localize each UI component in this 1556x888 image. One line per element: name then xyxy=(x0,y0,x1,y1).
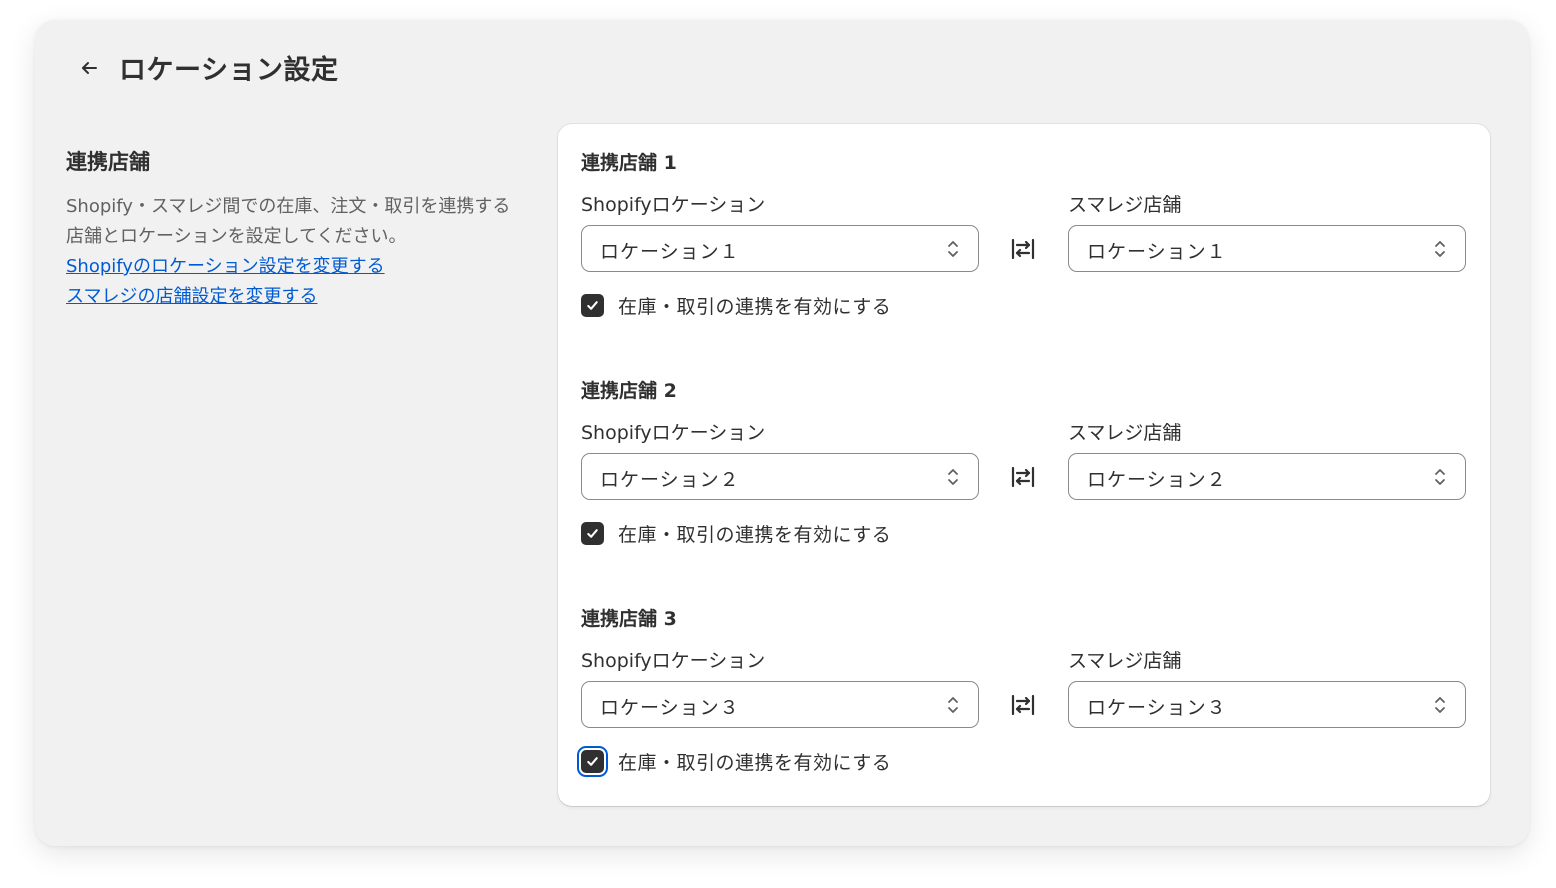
shopify-location-label: Shopifyロケーション xyxy=(581,194,766,216)
enable-sync-label: 在庫・取引の連携を有効にする xyxy=(618,752,892,774)
arrow-left-icon xyxy=(82,61,97,74)
linked-store-3: 連携店舗 3 Shopifyロケーション スマレジ店舗 ロケーション３ ロケーシ… xyxy=(577,604,1467,804)
section-title: 連携店舗 xyxy=(66,150,150,174)
arrows-swap-icon xyxy=(1011,238,1035,260)
section-description-text: Shopify・スマレジ間での在庫、注文・取引を連携する店舗とロケーションを設定… xyxy=(66,196,511,247)
enable-sync-checkbox-row[interactable]: 在庫・取引の連携を有効にする xyxy=(581,292,891,319)
shopify-location-label: Shopifyロケーション xyxy=(581,422,766,444)
shopify-location-select[interactable]: ロケーション３ xyxy=(581,681,979,728)
enable-sync-checkbox[interactable] xyxy=(581,294,604,317)
section-description: 連携店舗 Shopify・スマレジ間での在庫、注文・取引を連携する店舗とロケーシ… xyxy=(66,146,521,312)
checkmark-icon xyxy=(587,529,598,538)
settings-window: ロケーション設定 連携店舗 Shopify・スマレジ間での在庫、注文・取引を連携… xyxy=(35,20,1529,846)
select-value: ロケーション１ xyxy=(600,241,740,263)
chevron-up-down-icon xyxy=(1435,241,1445,257)
enable-sync-checkbox-row[interactable]: 在庫・取引の連携を有効にする xyxy=(577,746,892,777)
enable-sync-label: 在庫・取引の連携を有効にする xyxy=(618,524,892,546)
smaregi-store-settings-link[interactable]: スマレジの店舗設定を変更する xyxy=(66,282,521,312)
shopify-location-label: Shopifyロケーション xyxy=(581,650,766,672)
select-value: ロケーション２ xyxy=(600,469,740,491)
smaregi-store-select[interactable]: ロケーション１ xyxy=(1068,225,1466,272)
checkmark-icon xyxy=(587,757,598,766)
shopify-location-settings-link[interactable]: Shopifyのロケーション設定を変更する xyxy=(66,252,521,282)
enable-sync-label: 在庫・取引の連携を有効にする xyxy=(618,296,892,318)
shopify-location-select[interactable]: ロケーション１ xyxy=(581,225,979,272)
store-title: 連携店舗 3 xyxy=(581,608,677,630)
chevron-up-down-icon xyxy=(1435,469,1445,485)
back-button[interactable] xyxy=(75,50,103,86)
chevron-up-down-icon xyxy=(1435,697,1445,713)
store-title: 連携店舗 2 xyxy=(581,380,677,402)
linked-stores-card: 連携店舗 1 Shopifyロケーション スマレジ店舗 ロケーション１ ロケーシ… xyxy=(558,124,1490,806)
linked-store-1: 連携店舗 1 Shopifyロケーション スマレジ店舗 ロケーション１ ロケーシ… xyxy=(581,148,1467,348)
select-value: ロケーション２ xyxy=(1087,469,1227,491)
select-value: ロケーション１ xyxy=(1087,241,1227,263)
arrows-swap-icon xyxy=(1011,466,1035,488)
enable-sync-checkbox-row[interactable]: 在庫・取引の連携を有効にする xyxy=(581,520,891,547)
smaregi-store-select[interactable]: ロケーション２ xyxy=(1068,453,1466,500)
checkmark-icon xyxy=(587,301,598,310)
chevron-up-down-icon xyxy=(948,697,958,713)
enable-sync-checkbox[interactable] xyxy=(581,522,604,545)
smaregi-store-label: スマレジ店舗 xyxy=(1068,194,1182,216)
arrows-swap-icon xyxy=(1011,694,1035,716)
smaregi-store-label: スマレジ店舗 xyxy=(1068,650,1182,672)
shopify-location-select[interactable]: ロケーション２ xyxy=(581,453,979,500)
chevron-up-down-icon xyxy=(948,241,958,257)
store-title: 連携店舗 1 xyxy=(581,152,677,174)
select-value: ロケーション３ xyxy=(600,697,740,719)
enable-sync-checkbox[interactable] xyxy=(577,746,608,777)
page-title: ロケーション設定 xyxy=(119,55,339,86)
chevron-up-down-icon xyxy=(948,469,958,485)
select-value: ロケーション３ xyxy=(1087,697,1227,719)
smaregi-store-label: スマレジ店舗 xyxy=(1068,422,1182,444)
smaregi-store-select[interactable]: ロケーション３ xyxy=(1068,681,1466,728)
page-header: ロケーション設定 xyxy=(75,48,338,87)
linked-store-2: 連携店舗 2 Shopifyロケーション スマレジ店舗 ロケーション２ ロケーシ… xyxy=(581,376,1467,576)
